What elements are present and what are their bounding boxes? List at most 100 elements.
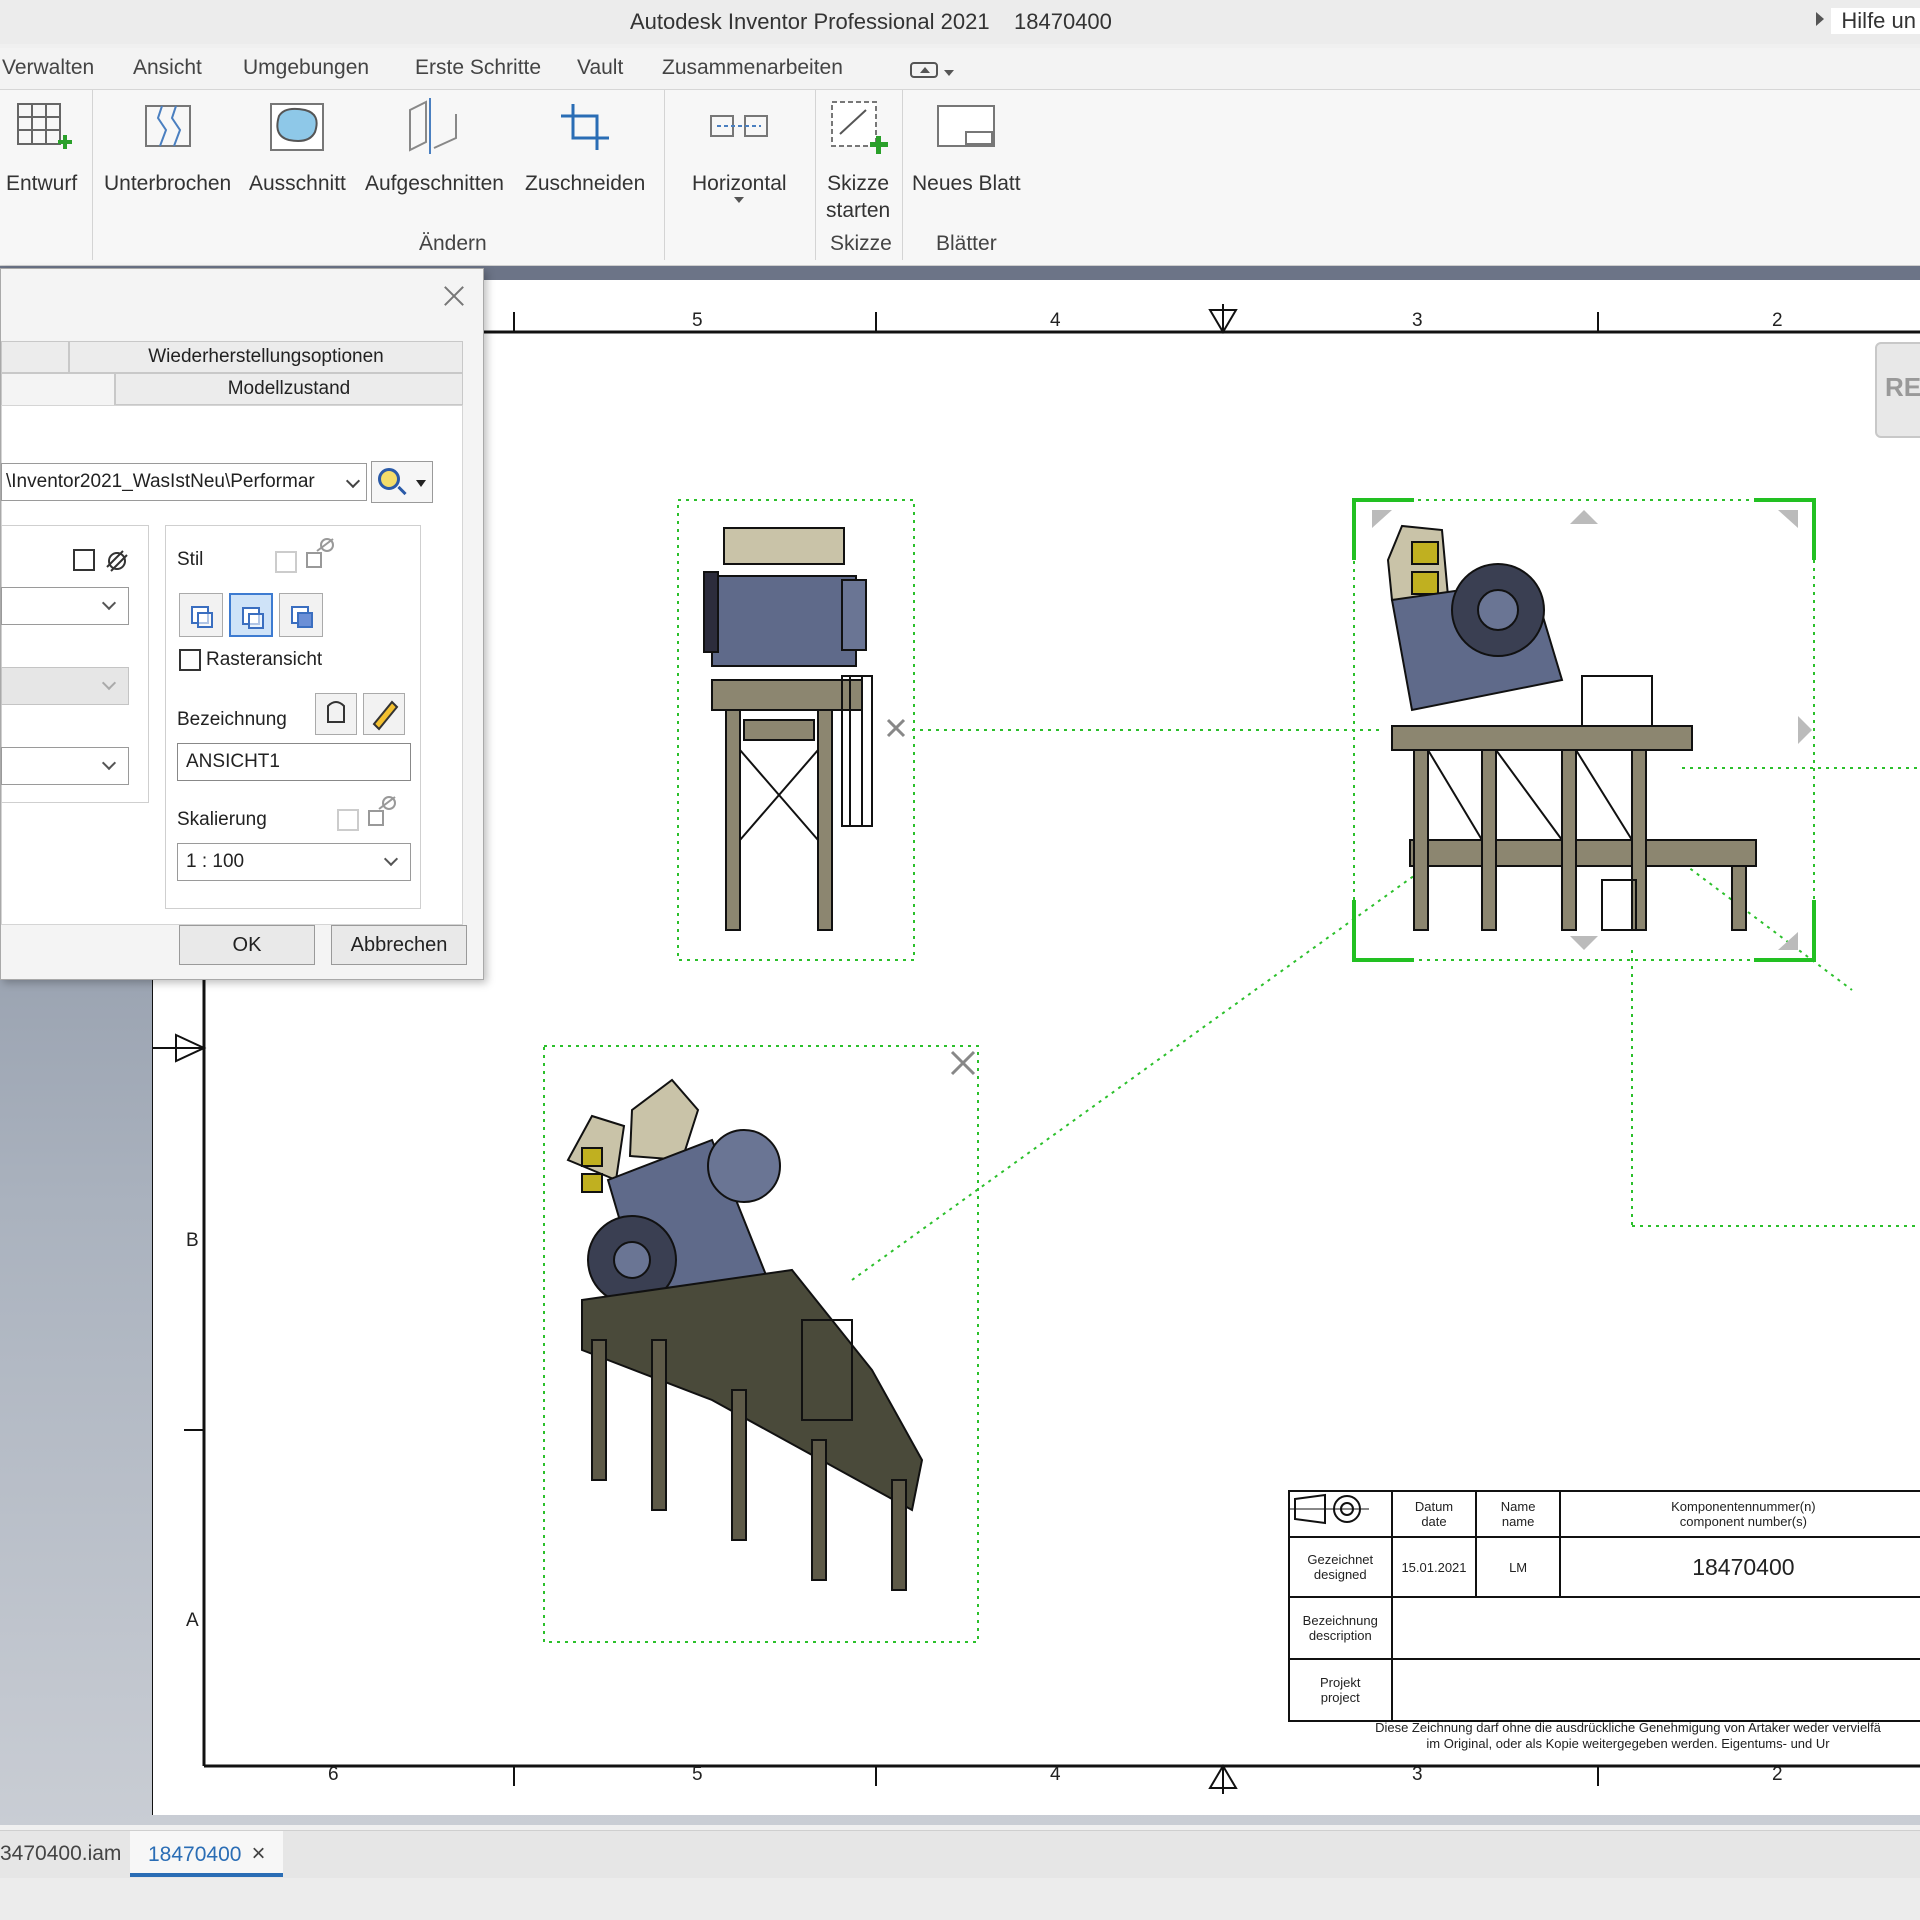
label-gezeichnet: Gezeichnet designed [1288, 1536, 1393, 1598]
scale-combo[interactable]: 1 : 100 [177, 843, 411, 881]
skalierung-label: Skalierung [177, 809, 267, 830]
note-line: im Original, oder als Kopie weitergegebe… [1426, 1736, 1830, 1751]
document-tab-bar: 3470400.iam 18470400 × [0, 1830, 1920, 1878]
close-icon[interactable] [441, 283, 467, 309]
ruler-label-top: 5 [692, 310, 703, 331]
chevron-down-icon[interactable] [416, 480, 426, 487]
aufgeschnitten-button[interactable]: Aufgeschnitten [365, 98, 504, 197]
view-label-input[interactable]: ANSICHT1 [177, 743, 411, 781]
label-projekt: Projekt project [1288, 1658, 1393, 1722]
status-bar [0, 1878, 1920, 1920]
file-path-value: \Inventor2021_WasIstNeu\Performar [6, 471, 315, 492]
cancel-button[interactable]: Abbrechen [331, 925, 467, 965]
skizze-label-2: starten [826, 199, 891, 222]
ribbon: Entwurf Unterbrochen Ausschnitt Aufgesch… [0, 90, 1920, 266]
scale-value: 1 : 100 [186, 851, 245, 872]
entwurf-button[interactable]: Entwurf [6, 98, 77, 197]
style-from-base-checkbox [275, 551, 297, 573]
bulb-icon [327, 701, 345, 723]
tab-wiederherstellung[interactable]: Wiederherstellungsoptionen [69, 341, 463, 373]
hidden-line-removed-button[interactable] [229, 593, 273, 637]
skizze-label-1: Skizze [827, 172, 890, 195]
zuschneiden-button[interactable]: Zuschneiden [525, 98, 645, 197]
value-date: 15.01.2021 [1390, 1536, 1478, 1598]
skizze-starten-button[interactable]: Skizze starten [826, 98, 890, 224]
chevron-down-icon[interactable] [383, 851, 399, 867]
chevron-down-icon[interactable] [101, 595, 117, 611]
ok-button[interactable]: OK [179, 925, 315, 965]
unterbrochen-label: Unterbrochen [104, 172, 232, 195]
pencil-icon [372, 700, 399, 731]
chevron-down-icon[interactable] [101, 755, 117, 771]
browse-file-button[interactable] [371, 461, 433, 503]
scale-link-icon [368, 796, 396, 826]
drawing-view-side [703, 527, 873, 931]
new-sheet-icon [937, 105, 996, 147]
zuschneiden-label: Zuschneiden [525, 172, 646, 195]
chevron-down-icon[interactable] [345, 473, 361, 489]
view-representation-combo[interactable] [1, 587, 129, 625]
doc-tab-drawing[interactable]: 18470400 × [130, 1831, 284, 1877]
tab-zusammenarbeiten[interactable]: Zusammenarbeiten [662, 56, 843, 80]
neues-blatt-button[interactable]: Neues Blatt [912, 98, 1021, 197]
raster-view-checkbox[interactable] [179, 649, 201, 671]
rec-button[interactable]: REC [1875, 342, 1920, 438]
shaded-button[interactable] [279, 593, 323, 637]
ruler-label-top: 3 [1412, 310, 1423, 331]
tab-modellzustand[interactable]: Modellzustand [115, 373, 463, 405]
horizontal-button[interactable]: Horizontal [692, 98, 787, 203]
group-label-blaetter: Blätter [936, 232, 997, 255]
tab-erste-schritte[interactable]: Erste Schritte [415, 56, 541, 80]
ausschnitt-button[interactable]: Ausschnitt [249, 98, 346, 197]
horizontal-label: Horizontal [692, 172, 787, 195]
tab-ansicht[interactable]: Ansicht [133, 56, 202, 80]
folder-search-icon [378, 468, 400, 490]
horizontal-dropdown-icon[interactable] [734, 197, 745, 203]
tab-umgebungen[interactable]: Umgebungen [243, 56, 369, 80]
tab-vault[interactable]: Vault [577, 56, 623, 80]
ribbon-separator [902, 90, 903, 260]
sketch-add-icon [831, 101, 889, 154]
help-expand-icon[interactable] [1816, 12, 1824, 26]
associative-checkbox[interactable] [73, 549, 95, 571]
unterbrochen-button[interactable]: Unterbrochen [104, 98, 231, 197]
crop-icon [561, 104, 610, 150]
toggle-label-visibility-button[interactable] [315, 693, 357, 735]
group-label-aendern: Ändern [419, 232, 487, 255]
neues-blatt-label: Neues Blatt [912, 172, 1021, 195]
close-icon[interactable]: × [251, 1831, 265, 1877]
tab-unnamed[interactable] [1, 341, 69, 373]
chevron-down-icon[interactable] [944, 70, 954, 76]
ruler-label-bottom: 6 [328, 1764, 339, 1785]
header-datum: Datum date [1390, 1490, 1478, 1538]
ruler-label-bottom: 5 [692, 1764, 703, 1785]
doc-tab-drawing-label: 18470400 [148, 1843, 242, 1866]
link-break-icon [106, 550, 128, 572]
ruler-label-top: 2 [1772, 310, 1783, 331]
position-representation-combo [1, 667, 129, 705]
help-search[interactable]: Hilfe un [1831, 8, 1920, 34]
group-label-skizze: Skizze [830, 232, 892, 255]
chevron-down-icon [101, 675, 117, 691]
file-path-combobox[interactable]: \Inventor2021_WasIstNeu\Performar [1, 463, 367, 501]
doc-tab-assembly[interactable]: 3470400.iam [0, 1831, 121, 1877]
menu-bar: Verwalten Ansicht Umgebungen Erste Schri… [0, 48, 1920, 90]
ribbon-separator [92, 90, 93, 260]
ribbon-display-icon[interactable] [910, 62, 938, 78]
window-title: Autodesk Inventor Professional 2021 1847… [630, 9, 1112, 34]
header-name: Name name [1475, 1490, 1561, 1538]
slice-icon [409, 98, 458, 154]
tab-verwalten[interactable]: Verwalten [2, 56, 94, 80]
tab-komponente[interactable] [1, 373, 115, 405]
ribbon-separator [664, 90, 665, 260]
stil-label: Stil [177, 549, 204, 570]
title-block: Datum date Name name Komponentennummer(n… [1288, 1490, 1920, 1770]
note-line: Diese Zeichnung darf ohne die ausdrückli… [1375, 1720, 1881, 1735]
label-bezeichnung: Bezeichnung description [1288, 1596, 1393, 1660]
view-label-value: ANSICHT1 [186, 751, 280, 772]
drawing-view-dialog: Wiederherstellungsoptionen Modellzustand… [0, 268, 484, 980]
edit-label-button[interactable] [363, 693, 405, 735]
grid-add-icon [16, 103, 72, 149]
hidden-line-button[interactable] [179, 593, 223, 637]
level-of-detail-combo[interactable] [1, 747, 129, 785]
